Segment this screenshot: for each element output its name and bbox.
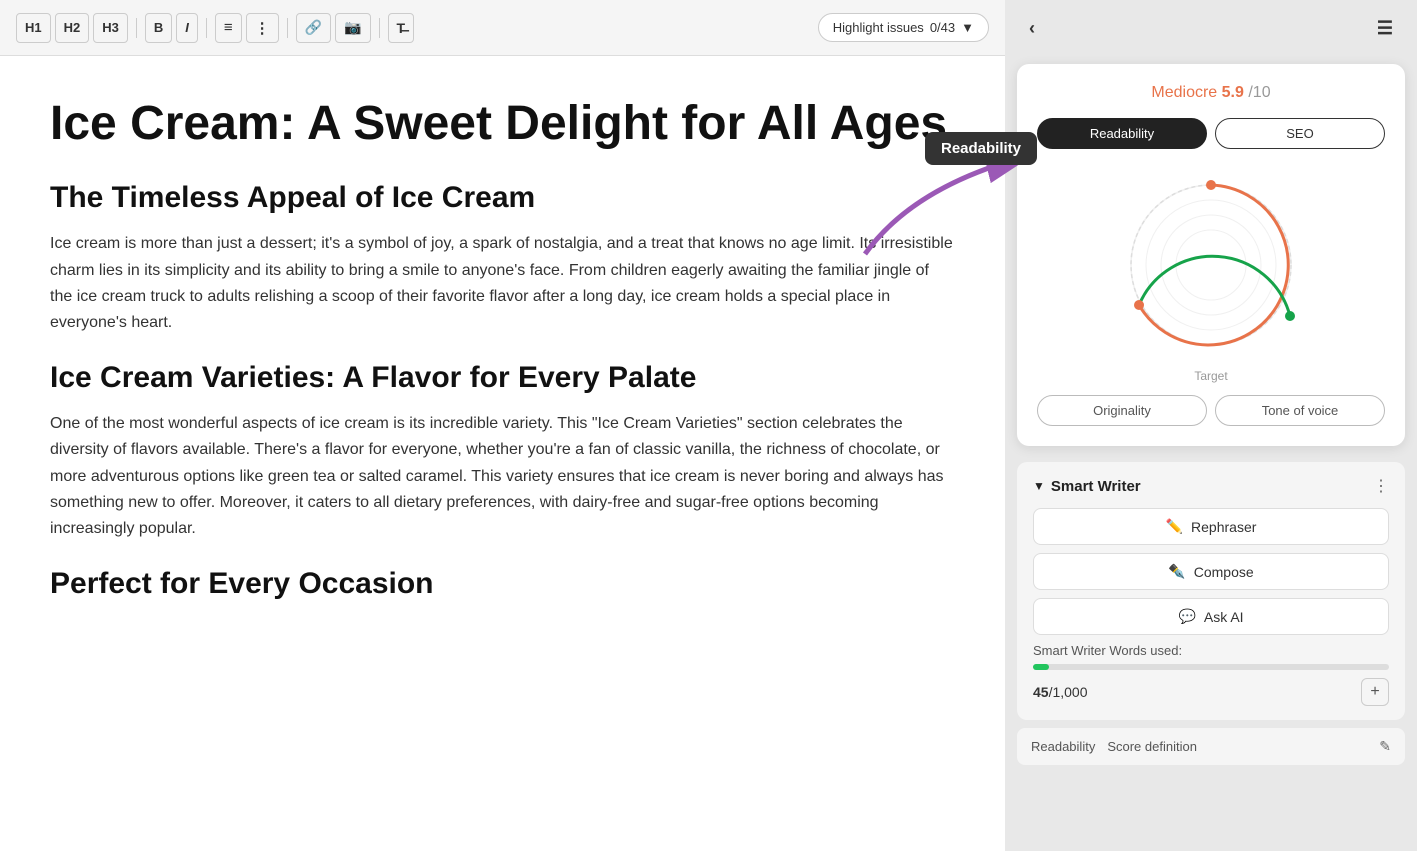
highlight-label: Highlight issues xyxy=(833,20,924,35)
words-count-row: 45/1,000 + xyxy=(1033,678,1389,706)
ask-ai-button[interactable]: 💬 Ask AI xyxy=(1033,598,1389,635)
score-card-wrapper: Readability Mediocre 5.9 /10 Readability… xyxy=(1005,56,1417,454)
bottom-footer: Readability Score definition ✎ xyxy=(1017,728,1405,765)
separator-3 xyxy=(287,18,288,38)
score-max: /10 xyxy=(1248,84,1270,101)
section2-heading: Ice Cream Varieties: A Flavor for Every … xyxy=(50,361,955,395)
separator-1 xyxy=(136,18,137,38)
toolbar: H1 H2 H3 B I ≡ ⋮ 🔗 📷 T̶ Highlight issues… xyxy=(0,0,1005,56)
smart-writer-title: ▼ Smart Writer xyxy=(1033,478,1141,495)
image-button[interactable]: 📷 xyxy=(335,13,370,43)
btn-tone-of-voice[interactable]: Tone of voice xyxy=(1215,395,1385,426)
score-title: Mediocre 5.9 /10 xyxy=(1037,84,1385,102)
readability-chart xyxy=(1111,165,1311,365)
ask-ai-icon: 💬 xyxy=(1178,608,1195,625)
section1-paragraph: Ice cream is more than just a dessert; i… xyxy=(50,231,955,337)
footer-score-def-label: Score definition xyxy=(1107,739,1197,754)
words-used-value: 45 xyxy=(1033,684,1049,700)
smart-writer-header: ▼ Smart Writer ⋮ xyxy=(1033,476,1389,496)
tab-row: Readability SEO xyxy=(1037,118,1385,149)
footer-readability-label: Readability xyxy=(1031,739,1095,754)
smart-writer-label: Smart Writer xyxy=(1051,478,1141,495)
rephraser-icon: ✏️ xyxy=(1166,518,1183,535)
tab-seo[interactable]: SEO xyxy=(1215,118,1385,149)
score-label-text: Mediocre xyxy=(1151,84,1217,101)
h2-button[interactable]: H2 xyxy=(55,13,90,43)
sidebar: ‹ ☰ Readability Mediocre 5.9 /10 Readabi… xyxy=(1005,0,1417,851)
h1-button[interactable]: H1 xyxy=(16,13,51,43)
section2-paragraph: One of the most wonderful aspects of ice… xyxy=(50,411,955,543)
target-label: Target xyxy=(1194,369,1227,383)
footer-edit-button[interactable]: ✎ xyxy=(1379,738,1391,755)
smart-writer-section: ▼ Smart Writer ⋮ ✏️ Rephraser ✒️ Compose… xyxy=(1017,462,1405,720)
editor-area: H1 H2 H3 B I ≡ ⋮ 🔗 📷 T̶ Highlight issues… xyxy=(0,0,1005,851)
section3-heading: Perfect for Every Occasion xyxy=(50,567,955,601)
score-card: Mediocre 5.9 /10 Readability SEO xyxy=(1017,64,1405,446)
article-title: Ice Cream: A Sweet Delight for All Ages xyxy=(50,96,955,151)
sidebar-back-button[interactable]: ‹ xyxy=(1021,13,1043,43)
italic-button[interactable]: I xyxy=(176,13,198,43)
separator-4 xyxy=(379,18,380,38)
words-used-label: Smart Writer Words used: xyxy=(1033,643,1389,658)
score-value: 5.9 xyxy=(1222,84,1244,101)
add-words-button[interactable]: + xyxy=(1361,678,1389,706)
issues-count-badge: 0/43 xyxy=(930,20,955,35)
rephraser-button[interactable]: ✏️ Rephraser xyxy=(1033,508,1389,545)
unordered-list-button[interactable]: ⋮ xyxy=(246,13,279,43)
chart-container: Target xyxy=(1037,165,1385,383)
tab-readability[interactable]: Readability xyxy=(1037,118,1207,149)
link-button[interactable]: 🔗 xyxy=(296,13,331,43)
toolbar-left: H1 H2 H3 B I ≡ ⋮ 🔗 📷 T̶ xyxy=(16,13,414,43)
ordered-list-button[interactable]: ≡ xyxy=(215,13,242,43)
highlight-issues-button[interactable]: Highlight issues 0/43 ▼ xyxy=(818,13,989,42)
chevron-down-icon: ▼ xyxy=(1033,479,1045,493)
clear-format-button[interactable]: T̶ xyxy=(388,13,415,43)
toolbar-right: Highlight issues 0/43 ▼ xyxy=(818,13,989,42)
bold-button[interactable]: B xyxy=(145,13,172,43)
rephraser-label: Rephraser xyxy=(1191,519,1256,535)
compose-icon: ✒️ xyxy=(1168,563,1185,580)
smart-writer-menu-button[interactable]: ⋮ xyxy=(1373,476,1389,496)
chevron-down-icon: ▼ xyxy=(961,20,974,35)
compose-button[interactable]: ✒️ Compose xyxy=(1033,553,1389,590)
words-count: 45/1,000 xyxy=(1033,684,1088,700)
footer-labels: Readability Score definition xyxy=(1031,739,1197,754)
words-progress-fill xyxy=(1033,664,1049,670)
ask-ai-label: Ask AI xyxy=(1204,609,1244,625)
bottom-tabs: Originality Tone of voice xyxy=(1037,395,1385,426)
sidebar-menu-button[interactable]: ☰ xyxy=(1369,13,1401,43)
content-area[interactable]: Ice Cream: A Sweet Delight for All Ages … xyxy=(0,56,1005,851)
btn-originality[interactable]: Originality xyxy=(1037,395,1207,426)
separator-2 xyxy=(206,18,207,38)
sidebar-header: ‹ ☰ xyxy=(1005,0,1417,56)
words-total-value: 1,000 xyxy=(1052,684,1087,700)
section1-heading: The Timeless Appeal of Ice Cream xyxy=(50,181,955,215)
readability-tooltip: Readability xyxy=(925,132,1037,165)
compose-label: Compose xyxy=(1194,564,1254,580)
words-progress-bar xyxy=(1033,664,1389,670)
h3-button[interactable]: H3 xyxy=(93,13,128,43)
